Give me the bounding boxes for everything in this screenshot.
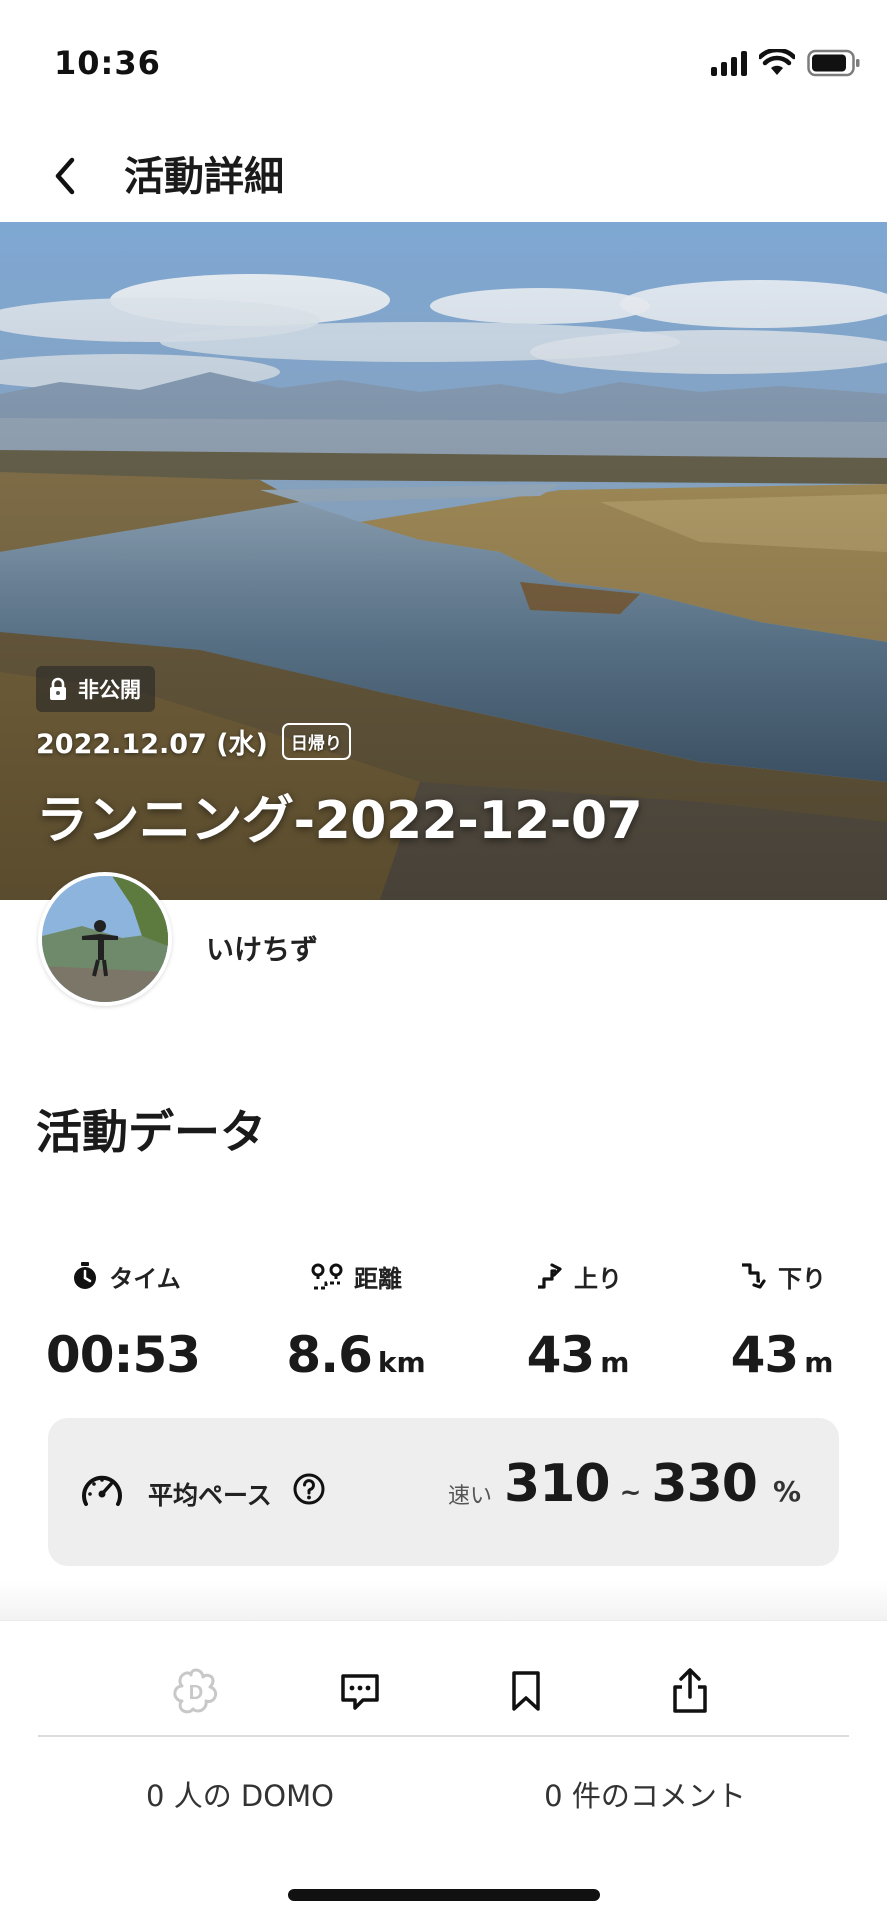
scroll-fade xyxy=(0,1580,887,1620)
bookmark-button[interactable] xyxy=(486,1651,566,1731)
route-pin-icon xyxy=(311,1263,343,1290)
stat-time: タイム 00:53 xyxy=(26,1256,226,1384)
divider xyxy=(38,1735,849,1737)
stat-distance: 距離 8.6 km xyxy=(256,1256,456,1384)
domo-button[interactable]: D xyxy=(156,1651,236,1731)
section-title-activity-data: 活動データ xyxy=(36,1105,266,1159)
svg-text:D: D xyxy=(189,1682,203,1704)
stat-value: 8.6 xyxy=(286,1326,373,1384)
battery-icon xyxy=(807,49,860,77)
home-indicator xyxy=(288,1889,600,1901)
domo-flower-icon: D xyxy=(173,1668,218,1714)
stat-value: 43 xyxy=(526,1326,596,1384)
stat-label: 上り xyxy=(574,1264,622,1293)
stat-unit: m xyxy=(600,1346,630,1379)
avatar[interactable] xyxy=(38,872,172,1006)
activity-date-row: 2022.12.07 (水) 日帰り xyxy=(36,722,351,761)
average-pace-card: 平均ペース 速い 310 ~ 330 % xyxy=(48,1418,839,1566)
comment-button[interactable] xyxy=(320,1651,400,1731)
bottom-action-bar: D 0 人の DOMO 0 件のコメント xyxy=(0,1620,887,1920)
lock-icon xyxy=(50,677,66,700)
chevron-left-icon xyxy=(55,157,75,195)
comment-icon xyxy=(341,1674,379,1710)
activity-stats: タイム 00:53 距離 8.6 km 上り 43 m 下り 43 m xyxy=(0,1256,887,1396)
help-icon[interactable] xyxy=(292,1472,326,1506)
back-button[interactable] xyxy=(40,148,90,204)
pace-speed-label: 速い xyxy=(448,1484,493,1509)
avatar-photo xyxy=(42,876,168,1002)
app-header: 活動詳細 xyxy=(0,130,887,222)
pace-range: 310 ~ 330 % xyxy=(504,1454,801,1514)
wifi-icon xyxy=(759,49,795,75)
bookmark-icon xyxy=(512,1671,540,1711)
phone-screen: 10:36 活動詳細 非公開 2022.12.07 (水) 日帰り ランニング-… xyxy=(0,0,887,1920)
status-bar: 10:36 xyxy=(0,0,887,130)
stat-label: タイム xyxy=(109,1264,181,1293)
pace-unit: % xyxy=(772,1475,801,1508)
pace-min: 310 xyxy=(504,1454,611,1514)
stat-value: 00:53 xyxy=(45,1326,201,1384)
pace-max: 330 xyxy=(651,1454,758,1514)
descent-arrow-icon xyxy=(742,1263,766,1289)
action-row: D xyxy=(0,1651,887,1731)
pace-separator: ~ xyxy=(619,1478,642,1508)
page-title: 活動詳細 xyxy=(124,154,284,200)
trip-type-tag: 日帰り xyxy=(281,723,351,760)
stat-label: 距離 xyxy=(354,1264,402,1293)
status-time: 10:36 xyxy=(54,44,161,82)
ascent-arrow-icon xyxy=(538,1263,562,1289)
activity-date: 2022.12.07 (水) xyxy=(36,729,268,760)
activity-cover-photo[interactable]: 非公開 2022.12.07 (水) 日帰り ランニング-2022-12-07 xyxy=(0,222,887,900)
stat-descent: 下り 43 m xyxy=(682,1256,882,1384)
domo-count[interactable]: 0 人の DOMO xyxy=(40,1773,440,1815)
stat-label: 下り xyxy=(778,1264,826,1293)
cellular-signal-icon xyxy=(711,50,747,76)
stopwatch-icon xyxy=(74,1262,97,1289)
share-icon xyxy=(673,1668,707,1713)
stat-unit: m xyxy=(804,1346,834,1379)
speedometer-icon xyxy=(82,1475,122,1506)
stat-value: 43 xyxy=(730,1326,800,1384)
visibility-badge: 非公開 xyxy=(36,666,155,712)
reaction-counts: 0 人の DOMO 0 件のコメント xyxy=(0,1773,887,1823)
visibility-label: 非公開 xyxy=(78,678,141,702)
stat-ascent: 上り 43 m xyxy=(478,1256,678,1384)
share-button[interactable] xyxy=(650,1651,730,1731)
status-icons xyxy=(711,46,861,80)
activity-title: ランニング-2022-12-07 xyxy=(36,791,643,851)
comment-count[interactable]: 0 件のコメント xyxy=(445,1773,845,1815)
pace-label: 平均ペース xyxy=(148,1481,272,1510)
stat-unit: km xyxy=(377,1346,426,1379)
username[interactable]: いけちず xyxy=(206,928,318,968)
